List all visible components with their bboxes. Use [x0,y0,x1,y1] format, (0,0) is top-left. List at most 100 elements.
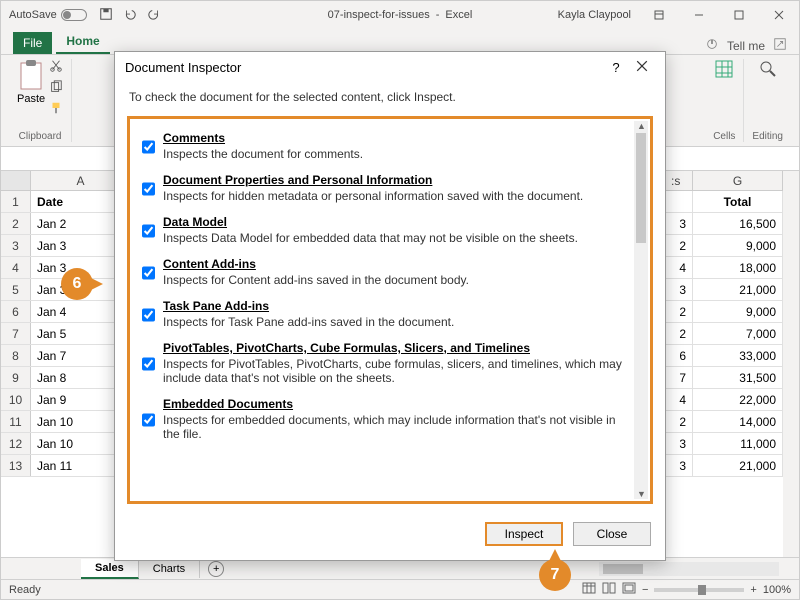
paste-button[interactable]: Paste [17,59,45,118]
row-header[interactable]: 1 [1,191,31,212]
save-icon[interactable] [99,7,113,24]
titlebar: AutoSave 07-inspect-for-issues - Excel K… [1,1,799,29]
redo-icon[interactable] [147,7,161,24]
inspection-description: Inspects the document for comments. [163,147,363,161]
inspection-title: Embedded Documents [163,397,630,411]
cell-total[interactable]: 16,500 [693,213,783,234]
cell-total[interactable]: 31,500 [693,367,783,388]
sheet-tab-charts[interactable]: Charts [139,560,200,578]
toggle-off-icon[interactable] [61,9,87,21]
tellme-label[interactable]: Tell me [727,39,765,53]
select-all-cell[interactable] [1,171,31,190]
tab-home[interactable]: Home [56,30,109,54]
cell-total[interactable]: 21,000 [693,279,783,300]
sheet-tab-sales[interactable]: Sales [81,559,139,579]
tab-file[interactable]: File [13,32,52,54]
inspection-title: PivotTables, PivotCharts, Cube Formulas,… [163,341,630,355]
cell-total[interactable]: 11,000 [693,433,783,454]
format-painter-icon[interactable] [49,101,63,118]
app-name: Excel [445,9,472,21]
row-header[interactable]: 5 [1,279,31,300]
scroll-up-icon[interactable]: ▲ [637,121,646,131]
row-header[interactable]: 12 [1,433,31,454]
editing-group: Editing [744,59,791,142]
row-header[interactable]: 6 [1,301,31,322]
dialog-close-icon[interactable] [629,60,655,75]
row-header[interactable]: 10 [1,389,31,410]
name-box[interactable] [1,147,121,170]
find-icon[interactable] [758,59,778,82]
cell-total[interactable]: 18,000 [693,257,783,278]
dialog-help-button[interactable]: ? [603,60,629,75]
minimize-icon[interactable] [679,1,719,29]
inspection-title: Document Properties and Personal Informa… [163,173,583,187]
zoom-in[interactable]: + [750,584,756,596]
inspection-checkbox[interactable] [142,399,155,441]
row-header[interactable]: 13 [1,455,31,476]
zoom-level[interactable]: 100% [763,584,791,596]
dialog-instruction: To check the document for the selected c… [115,82,665,112]
row-header[interactable]: 11 [1,411,31,432]
inspection-description: Inspects for Content add-ins saved in th… [163,273,469,287]
close-icon[interactable] [759,1,799,29]
inspection-checkbox[interactable] [142,133,155,161]
row-header[interactable]: 3 [1,235,31,256]
share-icon[interactable] [773,37,787,54]
inspection-item: Data ModelInspects Data Model for embedd… [140,209,632,251]
inspection-list: CommentsInspects the document for commen… [127,116,653,504]
page-break-view-icon[interactable] [622,582,636,597]
cell-total[interactable]: 7,000 [693,323,783,344]
col-header-g[interactable]: G [693,171,783,190]
zoom-slider[interactable] [654,588,744,592]
tellme-icon [705,37,719,54]
status-ready: Ready [9,584,41,596]
cells-label: Cells [713,129,735,142]
row-header[interactable]: 8 [1,345,31,366]
cell-total[interactable]: Total [693,191,783,212]
autosave-toggle[interactable]: AutoSave [9,9,87,21]
quick-access-toolbar [99,7,161,24]
horizontal-scrollbar[interactable] [599,562,779,576]
zoom-out[interactable]: − [642,584,648,596]
page-layout-view-icon[interactable] [602,582,616,597]
inspection-description: Inspects for hidden metadata or personal… [163,189,583,203]
row-header[interactable]: 7 [1,323,31,344]
cut-icon[interactable] [49,59,63,76]
user-name[interactable]: Kayla Claypool [558,9,631,21]
cell-total[interactable]: 33,000 [693,345,783,366]
inspection-checkbox[interactable] [142,343,155,385]
cell-total[interactable]: 9,000 [693,301,783,322]
inspection-item: Document Properties and Personal Informa… [140,167,632,209]
scroll-thumb[interactable] [636,133,646,243]
row-header[interactable]: 4 [1,257,31,278]
doc-name: 07-inspect-for-issues [328,9,430,21]
scroll-down-icon[interactable]: ▼ [637,489,646,499]
close-button[interactable]: Close [573,522,651,546]
inspection-checkbox[interactable] [142,259,155,287]
inspection-checkbox[interactable] [142,175,155,203]
copy-icon[interactable] [49,80,63,97]
row-header[interactable]: 2 [1,213,31,234]
window-title: 07-inspect-for-issues - Excel [328,9,473,21]
inspection-checkbox[interactable] [142,301,155,329]
maximize-icon[interactable] [719,1,759,29]
row-header[interactable]: 9 [1,367,31,388]
editing-label: Editing [752,129,783,142]
cell-total[interactable]: 22,000 [693,389,783,410]
cells-group: Cells [705,59,744,142]
inspect-button[interactable]: Inspect [485,522,563,546]
inspection-checkbox[interactable] [142,217,155,245]
undo-icon[interactable] [123,7,137,24]
vertical-scrollbar[interactable] [783,171,799,557]
ribbon-options-icon[interactable] [639,1,679,29]
format-cells-icon[interactable] [714,59,734,82]
document-inspector-dialog: Document Inspector ? To check the docume… [114,51,666,561]
cell-total[interactable]: 21,000 [693,455,783,476]
dialog-scrollbar[interactable]: ▲ ▼ [634,121,648,499]
add-sheet-button[interactable]: + [208,561,224,577]
inspection-item: PivotTables, PivotCharts, Cube Formulas,… [140,335,632,391]
inspection-description: Inspects for embedded documents, which m… [163,413,630,441]
cell-total[interactable]: 9,000 [693,235,783,256]
cell-total[interactable]: 14,000 [693,411,783,432]
normal-view-icon[interactable] [582,582,596,597]
